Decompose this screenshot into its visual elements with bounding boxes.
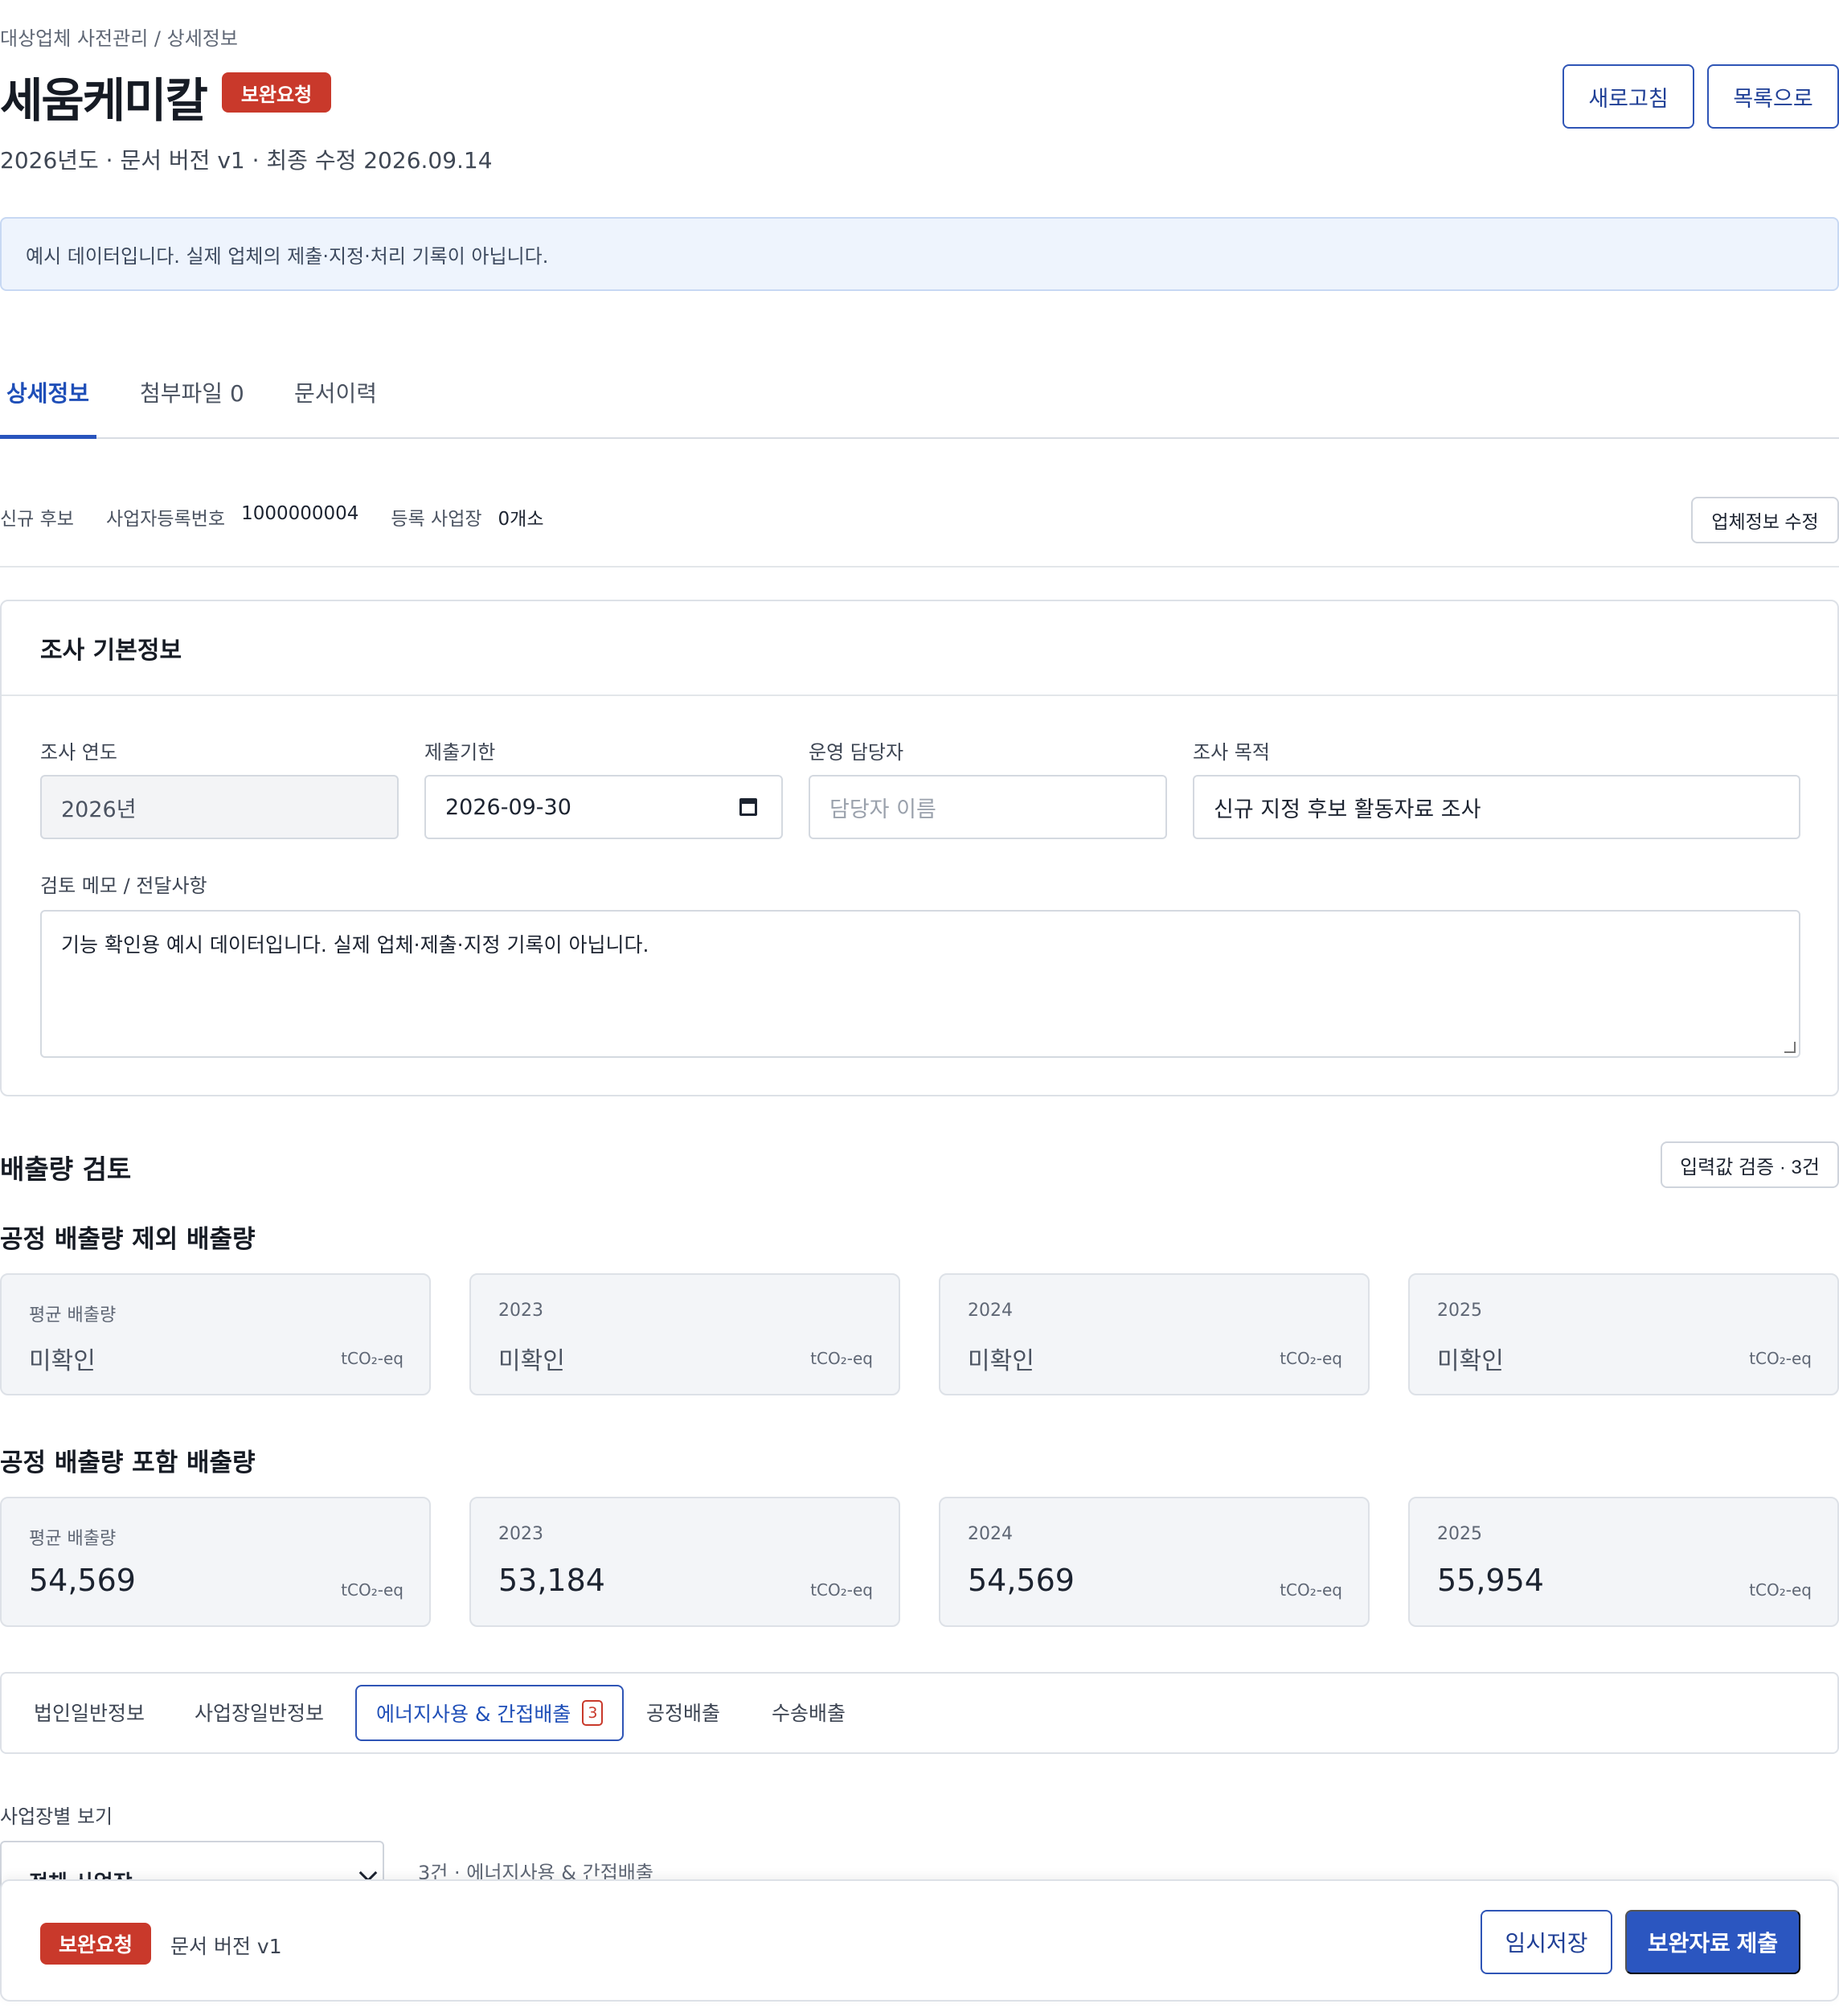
sample-data-notice: 예시 데이터입니다. 실제 업체의 제출·지정·처리 기록이 아닙니다. <box>0 217 1839 291</box>
stat-value: 55,954 <box>1437 1563 1544 1598</box>
active-tab-indicator <box>0 435 96 439</box>
manager-input[interactable]: 담당자 이름 <box>809 775 1167 839</box>
notice-text: 예시 데이터입니다. 실제 업체의 제출·지정·처리 기록이 아닙니다. <box>26 244 549 268</box>
subtab-transport-emission[interactable]: 수송배출 <box>772 1698 846 1727</box>
excl-emissions-title: 공정 배출량 제외 배출량 <box>0 1225 256 1254</box>
survey-card-title: 조사 기본정보 <box>2 601 1837 696</box>
sites-label: 등록 사업장 <box>391 509 482 530</box>
sticky-action-bar: 보완요청 문서 버전 v1 임시저장 보완자료 제출 <box>0 1879 1839 2002</box>
stat-label: 평균 배출량 <box>29 1305 117 1326</box>
subtab-energy-label: 에너지사용 & 간접배출 <box>376 1703 571 1726</box>
deadline-value: 2026-09-30 <box>445 794 571 820</box>
stat-label: 2025 <box>1437 1524 1482 1544</box>
stat-card: 2024 54,569 tCO₂-eq <box>939 1497 1370 1627</box>
incl-emissions-title: 공정 배출량 포함 배출량 <box>0 1448 256 1477</box>
year-label: 조사 연도 <box>40 741 117 764</box>
temp-save-button[interactable]: 임시저장 <box>1481 1910 1612 1974</box>
memo-label: 검토 메모 / 전달사항 <box>40 875 207 897</box>
candidate-status: 신규 후보 <box>0 509 74 530</box>
tab-history[interactable]: 문서이력 <box>294 376 377 408</box>
subtab-energy-indirect[interactable]: 에너지사용 & 간접배출 3 <box>355 1685 625 1741</box>
memo-text: 기능 확인용 예시 데이터입니다. 실제 업체·제출·지정 기록이 아닙니다. <box>61 933 649 957</box>
deadline-field[interactable]: 2026-09-30 <box>424 775 783 839</box>
stat-unit: tCO₂-eq <box>1280 1349 1342 1368</box>
tab-attachments[interactable]: 첨부파일 0 <box>140 376 244 408</box>
status-badge: 보완요청 <box>222 72 331 113</box>
purpose-label: 조사 목적 <box>1193 741 1270 764</box>
footer-version: 문서 버전 v1 <box>170 1935 282 1958</box>
company-info-row: 신규 후보 사업자등록번호 1000000004 등록 사업장 0개소 <box>0 503 544 531</box>
stat-value: 미확인 <box>1437 1347 1504 1375</box>
stat-unit: tCO₂-eq <box>810 1349 873 1368</box>
stat-value: 미확인 <box>498 1347 565 1375</box>
tab-details[interactable]: 상세정보 <box>6 376 89 408</box>
resize-handle[interactable] <box>1784 1042 1796 1053</box>
subtab-site-info[interactable]: 사업장일반정보 <box>195 1698 324 1727</box>
stat-label: 2023 <box>498 1524 543 1544</box>
divider <box>0 566 1839 568</box>
stat-card: 2025 미확인 tCO₂-eq <box>1408 1273 1839 1395</box>
stat-unit: tCO₂-eq <box>1749 1580 1812 1600</box>
breadcrumb: 대상업체 사전관리 / 상세정보 <box>0 27 238 50</box>
document-meta: 2026년도 · 문서 버전 v1 · 최종 수정 2026.09.14 <box>0 147 493 174</box>
subtab-process-emission[interactable]: 공정배출 <box>646 1698 720 1727</box>
issue-count-badge: 3 <box>582 1700 604 1726</box>
refresh-button[interactable]: 새로고침 <box>1563 64 1694 129</box>
stat-unit: tCO₂-eq <box>1749 1349 1812 1368</box>
stat-card: 2023 53,184 tCO₂-eq <box>469 1497 900 1627</box>
emissions-section-title: 배출량 검토 <box>0 1153 132 1185</box>
stat-value: 미확인 <box>29 1347 96 1375</box>
stat-value: 54,569 <box>968 1563 1075 1598</box>
year-field: 2026년 <box>40 775 399 839</box>
calendar-icon[interactable] <box>739 798 757 816</box>
stat-unit: tCO₂-eq <box>341 1580 403 1600</box>
biz-no-label: 사업자등록번호 <box>105 509 226 530</box>
subtab-corporate-info[interactable]: 법인일반정보 <box>34 1698 145 1727</box>
submit-supplement-button[interactable]: 보완자료 제출 <box>1625 1910 1800 1974</box>
section-subtabs: 법인일반정보 사업장일반정보 에너지사용 & 간접배출 3 공정배출 수송배출 <box>0 1672 1839 1754</box>
stat-label: 2024 <box>968 1524 1013 1544</box>
back-to-list-button[interactable]: 목록으로 <box>1707 64 1839 129</box>
stat-label: 2023 <box>498 1301 543 1321</box>
stat-card: 2025 55,954 tCO₂-eq <box>1408 1497 1839 1627</box>
sites-value: 0개소 <box>498 509 544 530</box>
stat-label: 평균 배출량 <box>29 1529 117 1549</box>
survey-basic-card: 조사 기본정보 조사 연도 2026년 제출기한 2026-09-30 운영 담… <box>0 600 1839 1096</box>
page-title: 세움케미칼 <box>0 73 208 128</box>
biz-no-value: 1000000004 <box>241 503 359 524</box>
stat-card: 2023 미확인 tCO₂-eq <box>469 1273 900 1395</box>
manager-label: 운영 담당자 <box>809 741 904 764</box>
validate-inputs-button[interactable]: 입력값 검증 · 3건 <box>1661 1141 1839 1188</box>
stat-value: 53,184 <box>498 1563 605 1598</box>
footer-status-badge: 보완요청 <box>40 1923 151 1965</box>
stat-card: 평균 배출량 54,569 tCO₂-eq <box>0 1497 431 1627</box>
stat-unit: tCO₂-eq <box>341 1349 403 1368</box>
stat-label: 2024 <box>968 1301 1013 1321</box>
stat-card: 2024 미확인 tCO₂-eq <box>939 1273 1370 1395</box>
stat-label: 2025 <box>1437 1301 1482 1321</box>
stat-value: 54,569 <box>29 1563 136 1598</box>
edit-company-button[interactable]: 업체정보 수정 <box>1691 497 1839 543</box>
stat-unit: tCO₂-eq <box>1280 1580 1342 1600</box>
main-tabs: 상세정보 첨부파일 0 문서이력 <box>0 371 1839 439</box>
purpose-input[interactable]: 신규 지정 후보 활동자료 조사 <box>1193 775 1800 839</box>
stat-card: 평균 배출량 미확인 tCO₂-eq <box>0 1273 431 1395</box>
memo-textarea[interactable]: 기능 확인용 예시 데이터입니다. 실제 업체·제출·지정 기록이 아닙니다. <box>40 910 1800 1058</box>
deadline-label: 제출기한 <box>424 741 496 764</box>
stat-value: 미확인 <box>968 1347 1034 1375</box>
stat-unit: tCO₂-eq <box>810 1580 873 1600</box>
site-filter-label: 사업장별 보기 <box>0 1805 113 1828</box>
